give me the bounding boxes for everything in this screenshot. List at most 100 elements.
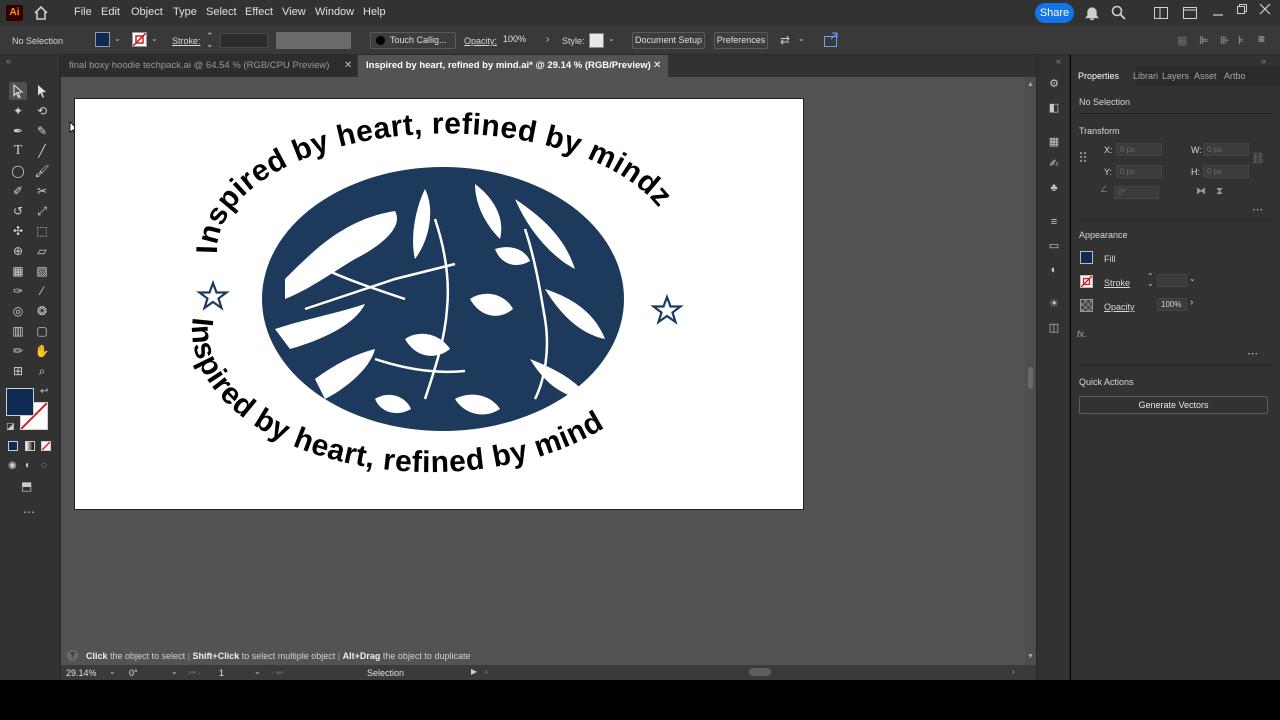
generate-vectors-button[interactable]: Generate Vectors (1079, 396, 1268, 414)
properties-panel-icon[interactable]: ⚙ (1047, 77, 1061, 91)
workspace-icon[interactable] (1154, 7, 1168, 19)
document-setup-button[interactable]: Document Setup (632, 32, 705, 49)
slice-tool-icon[interactable]: ✏ (9, 342, 27, 360)
menu-file[interactable]: File (74, 6, 92, 18)
perspective-grid-tool-icon[interactable]: ▱ (33, 242, 51, 260)
blend-tool-icon[interactable]: ◎ (9, 302, 27, 320)
more-options-icon[interactable]: ⋯ (1247, 347, 1258, 360)
flip-vertical-icon[interactable]: ⧗ (1216, 186, 1223, 197)
maximize-icon[interactable] (1236, 3, 1248, 15)
search-icon[interactable] (1111, 5, 1126, 20)
gradient-panel-icon[interactable]: ▭ (1047, 239, 1061, 253)
bell-icon[interactable] (1085, 5, 1099, 20)
h-field[interactable]: 0 px (1203, 165, 1249, 178)
scroll-down-icon[interactable]: ▼ (1027, 653, 1034, 660)
reference-point-icon[interactable]: ⠿ (1078, 150, 1088, 167)
draw-mode-icon[interactable]: ◉ (8, 460, 17, 471)
brushes-panel-icon[interactable]: ✍ (1047, 157, 1061, 171)
stepper-icon[interactable]: ⌃ ⌄ (1147, 273, 1154, 288)
tab-layers[interactable]: Layers (1162, 71, 1189, 81)
opacity-label[interactable]: Opacity (1104, 302, 1135, 312)
collapse-icon[interactable]: « (1056, 56, 1061, 66)
menu-edit[interactable]: Edit (101, 6, 120, 18)
stroke-swatch[interactable] (132, 32, 147, 47)
stroke-panel-icon[interactable]: ≡ (1047, 215, 1061, 229)
artboard-number[interactable]: 1 (219, 668, 224, 678)
none-mode-icon[interactable] (41, 441, 51, 451)
screen-mode-icon[interactable]: ⬒ (21, 479, 32, 493)
opacity-field[interactable]: 100% (500, 33, 542, 48)
appearance-panel-icon[interactable]: ☀ (1047, 297, 1061, 311)
menu-window[interactable]: Window (315, 6, 354, 18)
share-button[interactable]: Share (1035, 3, 1074, 23)
pen-tool-icon[interactable]: ✒ (9, 122, 27, 140)
style-swatch[interactable] (589, 33, 604, 48)
column-graph-tool-icon[interactable]: ▥ (9, 322, 27, 340)
default-colors-icon[interactable]: ◪ (6, 421, 15, 432)
lasso-tool-icon[interactable]: ⟲ (33, 102, 51, 120)
direct-selection-tool-icon[interactable] (33, 82, 51, 100)
gradient-mode-icon[interactable] (25, 441, 35, 451)
stroke-weight-field[interactable] (1157, 274, 1187, 287)
flip-horizontal-icon[interactable]: ⧓ (1196, 186, 1206, 197)
y-field[interactable]: 0 px (1116, 165, 1162, 178)
line-tool-icon[interactable]: ╱ (33, 142, 51, 160)
panel-menu-icon[interactable]: ≡ (1258, 32, 1265, 46)
print-tiling-tool-icon[interactable]: ⊞ (9, 362, 27, 380)
scale-tool-icon[interactable]: ⤢ (33, 202, 51, 220)
chevron-right-icon[interactable]: › (1190, 297, 1193, 308)
w-field[interactable]: 0 px (1203, 143, 1249, 156)
type-tool-icon[interactable]: T (9, 142, 27, 160)
artboard[interactable]: Inspired by heart, refined by mindz Insp… (74, 98, 804, 510)
menu-view[interactable]: View (282, 6, 306, 18)
tab-artboards[interactable]: Artbo (1224, 71, 1246, 81)
swatches-panel-icon[interactable]: ▦ (1047, 135, 1061, 149)
puppet-warp-tool-icon[interactable]: ✣ (9, 222, 27, 240)
export-icon[interactable] (823, 32, 839, 48)
vertical-scrollbar[interactable]: ▲ ▼ (1025, 77, 1036, 665)
window-icon[interactable] (1183, 7, 1197, 19)
stroke-label[interactable]: Stroke (1104, 278, 1130, 288)
close-tab-icon[interactable]: ✕ (344, 55, 352, 77)
menu-effect[interactable]: Effect (245, 6, 273, 18)
scroll-thumb[interactable] (1028, 367, 1033, 389)
free-transform-tool-icon[interactable]: ⬚ (33, 222, 51, 240)
right-star[interactable] (650, 293, 684, 325)
color-mode-icon[interactable] (8, 441, 18, 451)
heart-brain-illustration[interactable] (262, 167, 624, 431)
help-icon[interactable]: ? (67, 650, 78, 661)
menu-help[interactable]: Help (363, 6, 386, 18)
align-icon[interactable]: ▦ (1177, 34, 1187, 47)
artboard-tool-icon[interactable]: ▢ (33, 322, 51, 340)
tab-libraries[interactable]: Librari (1133, 71, 1158, 81)
arrange-icon[interactable]: ⇄ (780, 33, 790, 47)
shape-builder-tool-icon[interactable]: ⊕ (9, 242, 27, 260)
collapse-icon[interactable]: « (6, 56, 11, 66)
draw-inside-icon[interactable]: ◌ (41, 460, 47, 471)
tab-assets[interactable]: Asset (1194, 71, 1217, 81)
scroll-up-icon[interactable]: ▲ (1027, 81, 1034, 88)
chevron-down-icon[interactable]: ⌄ (151, 34, 158, 43)
close-icon[interactable] (1259, 3, 1271, 15)
chevron-right-icon[interactable]: › (546, 34, 549, 45)
menu-select[interactable]: Select (206, 6, 237, 18)
zoom-tool-icon[interactable]: ⌕ (33, 362, 51, 380)
tab-boxy-hoodie[interactable]: final boxy hoodie techpack.ai @ 64.54 % … (61, 55, 357, 77)
stroke-weight-field[interactable] (220, 33, 268, 48)
ellipse-tool-icon[interactable]: ◯ (9, 162, 27, 180)
scroll-right-icon[interactable]: › (1012, 667, 1015, 676)
shaper-tool-icon[interactable]: ✐ (9, 182, 27, 200)
fx-label[interactable]: fx. (1077, 329, 1087, 339)
minimize-icon[interactable] (1212, 5, 1224, 17)
paintbrush-tool-icon[interactable]: 🖌 (33, 162, 51, 180)
variable-width-profile[interactable] (276, 32, 351, 49)
chevron-down-icon[interactable]: ⌄ (254, 667, 261, 676)
fill-swatch[interactable] (95, 32, 110, 47)
appearance-stroke-swatch[interactable] (1080, 275, 1093, 288)
chevron-down-icon[interactable]: ⌄ (171, 667, 178, 676)
chevron-down-icon[interactable]: ⌄ (798, 34, 805, 43)
align-center-icon[interactable]: ⊪ (1220, 34, 1230, 47)
close-tab-icon[interactable]: ✕ (653, 55, 661, 77)
rotation-value[interactable]: 0° (129, 668, 138, 678)
appearance-fill-swatch[interactable] (1080, 251, 1093, 264)
